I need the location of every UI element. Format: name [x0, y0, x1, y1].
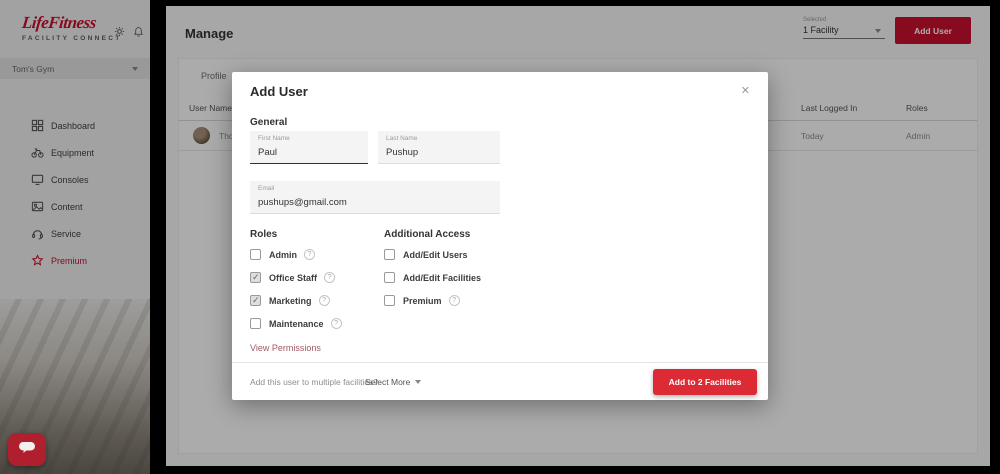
email-label: Email [258, 185, 275, 192]
help-icon[interactable] [304, 249, 315, 260]
modal-title: Add User [250, 84, 308, 99]
add-to-facilities-button[interactable]: Add to 2 Facilities [653, 369, 757, 395]
first-name-label: First Name [258, 135, 290, 142]
add-user-modal: Add User ✕ General First Name Last Name … [232, 72, 768, 400]
checkbox-icon[interactable] [384, 272, 395, 283]
email-input[interactable] [258, 197, 492, 208]
checkbox-icon[interactable] [384, 295, 395, 306]
help-icon[interactable] [448, 295, 460, 306]
email-field-wrap: Email [250, 181, 500, 214]
roles-checkbox-group: Admin Office Staff Marketing Maintenance [250, 243, 342, 335]
first-name-input[interactable] [258, 147, 360, 158]
checkbox-icon[interactable] [384, 249, 395, 260]
help-icon[interactable] [330, 318, 342, 329]
checkbox-row-admin[interactable]: Admin [250, 243, 342, 266]
chevron-down-icon [415, 380, 422, 384]
checkbox-checked-icon[interactable] [250, 272, 261, 283]
checkbox-row-add-edit-facilities[interactable]: Add/Edit Facilities [384, 266, 481, 289]
checkbox-row-premium[interactable]: Premium [384, 289, 481, 312]
checkbox-row-office-staff[interactable]: Office Staff [250, 266, 342, 289]
multiple-facilities-question: Add this user to multiple facilities? [250, 377, 379, 387]
close-icon[interactable]: ✕ [737, 82, 754, 99]
view-permissions-link[interactable]: View Permissions [250, 343, 321, 353]
first-name-field-wrap: First Name [250, 131, 368, 164]
checkbox-icon[interactable] [250, 318, 261, 329]
last-name-field-wrap: Last Name [378, 131, 500, 164]
general-section-label: General [250, 117, 288, 128]
chat-bubble-icon [17, 439, 37, 460]
help-icon[interactable] [318, 295, 330, 306]
checkbox-row-add-edit-users[interactable]: Add/Edit Users [384, 243, 481, 266]
last-name-input[interactable] [386, 147, 492, 158]
select-more-dropdown[interactable]: Select More [365, 377, 422, 387]
additional-access-checkbox-group: Add/Edit Users Add/Edit Facilities Premi… [384, 243, 481, 312]
last-name-label: Last Name [386, 135, 418, 142]
chat-launcher[interactable] [8, 433, 46, 466]
help-icon[interactable] [324, 272, 336, 283]
checkbox-row-maintenance[interactable]: Maintenance [250, 312, 342, 335]
checkbox-row-marketing[interactable]: Marketing [250, 289, 342, 312]
roles-section-label: Roles [250, 229, 278, 240]
modal-footer: Add this user to multiple facilities? Se… [232, 362, 768, 400]
checkbox-checked-icon[interactable] [250, 295, 261, 306]
checkbox-icon[interactable] [250, 249, 261, 260]
additional-access-section-label: Additional Access [384, 229, 471, 240]
